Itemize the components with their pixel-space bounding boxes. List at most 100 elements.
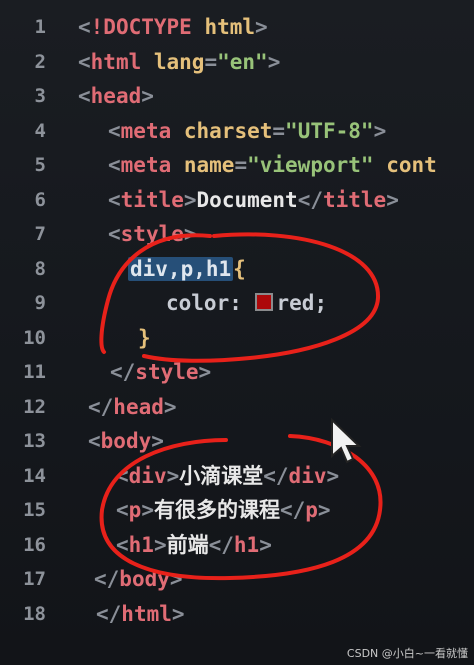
code-text: <meta name="viewport" cont (108, 148, 437, 182)
code-token: </ (96, 601, 122, 626)
code-token: > (141, 84, 154, 108)
line-number: 5 (34, 154, 46, 176)
code-text: <meta charset="UTF-8"> (108, 114, 386, 148)
code-line[interactable]: 16 <h1>前端</h1> (0, 528, 474, 562)
line-number: 2 (34, 50, 46, 73)
line-number: 10 (23, 326, 46, 349)
line-number: 16 (23, 533, 46, 556)
code-line[interactable]: 5 <meta name="viewport" cont (0, 148, 474, 182)
code-token: < (108, 222, 121, 246)
code-token: < (116, 532, 129, 557)
code-token: 有很多的课程 (153, 498, 280, 522)
code-token: 小滴课堂 (179, 463, 264, 488)
code-line[interactable]: 3 <head> (0, 79, 474, 113)
code-line[interactable]: 13 <body> (0, 424, 474, 458)
code-line[interactable]: 7 <style> (0, 217, 474, 251)
code-token: < (78, 15, 91, 39)
code-line[interactable]: 1 <!DOCTYPE html> (0, 10, 474, 44)
code-token: > (151, 429, 164, 453)
code-token: > (255, 15, 268, 39)
code-token: body (119, 567, 170, 591)
code-text: <title>Document</title> (108, 183, 399, 217)
code-token: > (169, 567, 183, 591)
code-token: > (267, 49, 281, 74)
code-token: head (90, 84, 142, 108)
code-token: div (288, 463, 327, 488)
code-token: </ (94, 567, 120, 591)
selected-text: div,p,h1 (128, 256, 234, 281)
code-text: </head> (88, 390, 177, 424)
code-token: </ (279, 498, 306, 522)
code-token: = (204, 49, 218, 74)
code-token: </ (110, 360, 136, 384)
line-number: 4 (34, 119, 46, 142)
code-token: meta (120, 153, 184, 177)
code-token: title (120, 187, 184, 212)
code-token: head (113, 394, 164, 419)
code-token: < (108, 118, 121, 143)
code-token: > (153, 532, 167, 557)
code-token: p (128, 498, 142, 522)
code-token: style (135, 360, 199, 384)
code-token: > (166, 463, 180, 488)
code-token: </ (297, 187, 323, 212)
code-token: div (128, 463, 167, 488)
code-line[interactable]: 10} (0, 321, 474, 355)
code-line[interactable]: 9 color: red; (0, 286, 474, 320)
code-text: </html> (96, 597, 185, 631)
code-token: html (90, 49, 154, 74)
code-line[interactable]: 11 </style> (0, 355, 474, 389)
watermark-text: CSDN @小白~一看就懂 (346, 647, 468, 660)
code-token: < (116, 463, 129, 488)
code-line[interactable]: 4 <meta charset="UTF-8"> (0, 114, 474, 148)
code-line[interactable]: 8 div,p,h1{ (0, 252, 474, 286)
code-token: Document (196, 187, 298, 212)
line-number: 13 (23, 430, 46, 452)
color-swatch-icon[interactable] (254, 293, 273, 311)
code-token: name (183, 153, 235, 177)
code-line[interactable]: 6 <title>Document</title> (0, 183, 474, 217)
code-token: color: (166, 291, 255, 315)
code-token: < (108, 187, 121, 212)
code-token: red; (276, 291, 328, 315)
code-token: </ (88, 394, 114, 419)
code-line[interactable]: 12 </head> (0, 390, 474, 424)
code-token: 前端 (166, 532, 209, 557)
code-token: "UTF-8" (285, 118, 374, 143)
code-token: html (121, 601, 172, 626)
code-token: > (183, 187, 197, 212)
code-line[interactable]: 14 <div>小滴课堂</div> (0, 459, 474, 493)
code-token: title (322, 187, 387, 212)
code-token: > (171, 601, 185, 626)
line-number: 12 (23, 395, 46, 418)
code-text: } (138, 321, 151, 355)
code-token: > (317, 498, 331, 522)
code-token: { (233, 256, 246, 281)
code-token: meta (120, 118, 184, 143)
code-line[interactable]: 15 <p>有很多的课程</p> (0, 493, 474, 527)
code-token: html (204, 15, 256, 39)
code-token: h1 (128, 532, 154, 557)
code-line[interactable]: 17 </body> (0, 562, 474, 596)
code-token: > (386, 187, 399, 212)
code-line[interactable]: 18 </html> (0, 597, 474, 631)
code-text: <h1>前端</h1> (116, 528, 272, 562)
code-text: </body> (94, 562, 183, 596)
code-token: !DOCTYPE (90, 15, 205, 39)
code-token: = (234, 153, 248, 177)
code-text: <!DOCTYPE html> (78, 10, 268, 44)
code-token: > (183, 222, 197, 246)
line-number: 11 (23, 361, 46, 383)
line-number: 1 (34, 16, 46, 38)
code-token: > (373, 118, 387, 143)
code-token: < (78, 84, 91, 108)
code-line[interactable]: 2 <html lang="en"> (0, 45, 474, 79)
line-number: 8 (34, 257, 46, 280)
code-token: charset (183, 118, 273, 143)
line-number: 15 (23, 499, 46, 521)
code-token: < (108, 153, 121, 177)
line-number: 6 (34, 188, 46, 211)
code-editor[interactable]: 1 <!DOCTYPE html> 2 <html lang="en"> 3 <head>… (0, 0, 474, 665)
line-number: 18 (23, 602, 46, 625)
